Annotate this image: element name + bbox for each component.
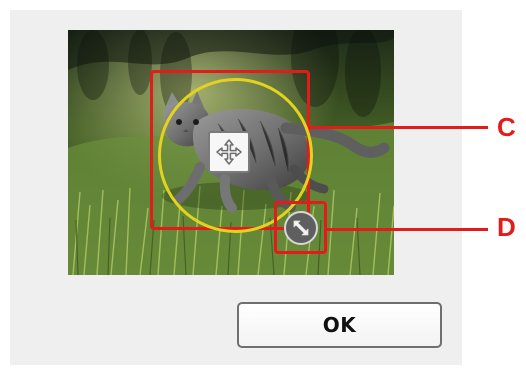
move-icon xyxy=(216,139,242,165)
move-handle[interactable] xyxy=(208,131,250,173)
callout-line-d xyxy=(327,228,488,231)
printer-crop-screen-illustration: C D OK xyxy=(0,0,526,369)
ok-button[interactable]: OK xyxy=(237,302,442,348)
resize-handle[interactable] xyxy=(284,211,318,245)
resize-icon xyxy=(293,220,309,236)
callout-label-c: C xyxy=(497,112,516,142)
callout-label-d: D xyxy=(497,212,516,242)
callout-line-c xyxy=(310,126,488,129)
